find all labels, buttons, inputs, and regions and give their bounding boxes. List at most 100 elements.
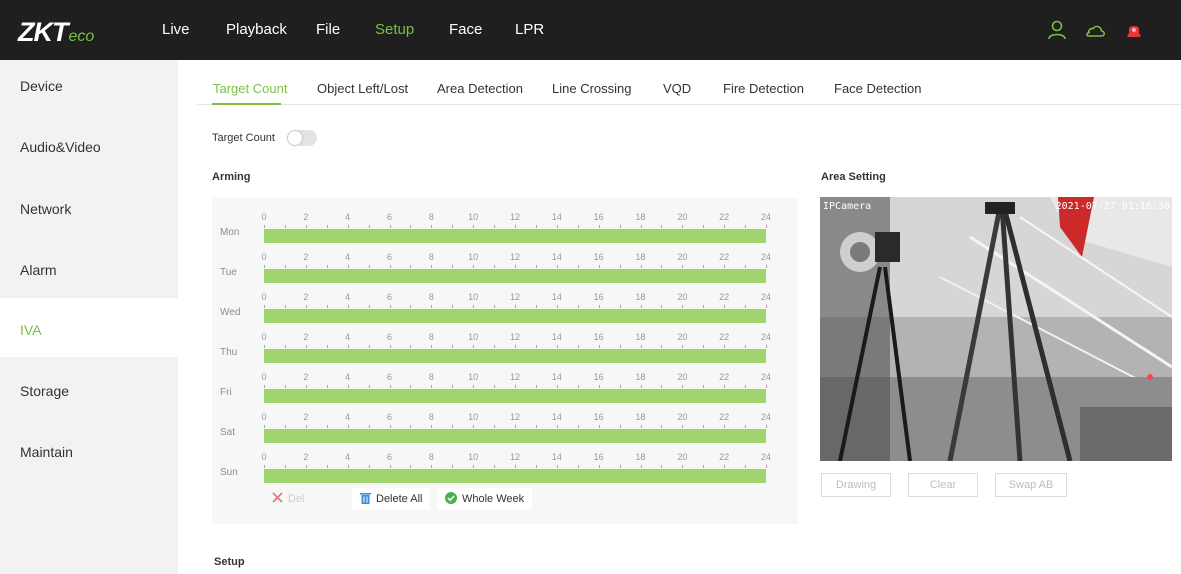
hour-tick-mark <box>326 345 328 348</box>
hour-tick-mark <box>284 345 286 348</box>
tab-face-detection[interactable]: Face Detection <box>834 81 921 96</box>
hour-tick-label: 20 <box>677 332 688 342</box>
hour-tick-mark <box>703 465 705 468</box>
target-count-label: Target Count <box>212 132 275 144</box>
nav-lpr[interactable]: LPR <box>515 21 544 38</box>
hour-tick-label: 24 <box>760 452 772 462</box>
hour-tick-label: 6 <box>386 372 393 382</box>
tab-area-detection[interactable]: Area Detection <box>437 81 523 96</box>
logo-sub: eco <box>68 28 95 45</box>
hour-tick-mark <box>661 265 663 268</box>
sidebar-item-device[interactable]: Device <box>0 60 178 120</box>
hour-tick-mark <box>745 345 747 348</box>
sidebar-item-label: Audio&Video <box>20 139 101 155</box>
hour-tick-mark <box>284 305 286 308</box>
day-schedule-bar[interactable] <box>264 349 766 363</box>
hour-tick-mark <box>264 305 265 308</box>
sidebar-item-iva[interactable]: IVA <box>0 298 178 357</box>
hour-tick-label: 16 <box>593 372 604 382</box>
clear-button[interactable]: Clear <box>908 473 978 497</box>
swap-ab-button[interactable]: Swap AB <box>995 473 1067 497</box>
nav-live[interactable]: Live <box>162 21 190 38</box>
hour-tick-label: 12 <box>509 412 521 422</box>
hour-tick-mark <box>515 305 516 308</box>
sidebar-item-maintain[interactable]: Maintain <box>0 420 178 480</box>
hour-tick-mark <box>556 345 558 348</box>
hour-tick-mark <box>431 345 433 348</box>
hour-tick-mark <box>535 425 537 428</box>
hour-tick-mark <box>724 265 726 268</box>
hour-tick-label: 0 <box>261 332 267 342</box>
camera-preview[interactable]: IPCamera 2021-07-27 01:16:38 <box>820 197 1172 461</box>
alarm-icon[interactable] <box>1123 19 1145 41</box>
tab-target-count[interactable]: Target Count <box>213 81 287 96</box>
user-icon[interactable] <box>1046 19 1068 41</box>
hour-tick-mark <box>284 385 286 388</box>
hour-tick-label: 16 <box>593 212 604 222</box>
nav-file[interactable]: File <box>316 21 340 38</box>
sidebar-item-audio-video[interactable]: Audio&Video <box>0 120 178 180</box>
hour-tick-mark <box>452 305 454 308</box>
tab-fire-detection[interactable]: Fire Detection <box>723 81 804 96</box>
day-label: Sat <box>220 427 236 438</box>
day-schedule-bar[interactable] <box>264 429 766 443</box>
hour-tick-mark <box>264 225 265 228</box>
sidebar-item-network[interactable]: Network <box>0 180 178 240</box>
day-schedule-bar[interactable] <box>264 309 766 323</box>
hour-tick-label: 4 <box>345 332 351 342</box>
nav-setup[interactable]: Setup <box>375 21 414 38</box>
hour-tick-label: 8 <box>428 332 434 342</box>
hour-tick-label: 10 <box>468 412 479 422</box>
delete-all-button[interactable]: Delete All <box>352 488 431 510</box>
nav-face[interactable]: Face <box>449 21 482 38</box>
delete-segment-button[interactable]: Del <box>264 488 313 510</box>
nav-playback[interactable]: Playback <box>226 21 287 38</box>
day-schedule-bar[interactable] <box>264 269 766 283</box>
hour-tick-mark <box>473 465 475 468</box>
hour-tick-mark <box>347 425 349 428</box>
hour-tick-label: 22 <box>719 372 730 382</box>
day-schedule-bar[interactable] <box>264 389 766 403</box>
cloud-icon[interactable] <box>1084 19 1106 41</box>
hour-tick-label: 8 <box>428 412 434 422</box>
hour-tick-label: 4 <box>345 292 351 302</box>
trash-icon <box>360 492 371 504</box>
day-schedule-bar[interactable] <box>264 229 766 243</box>
hour-tick-mark <box>640 305 642 308</box>
hour-tick-mark <box>494 225 496 228</box>
hour-tick-mark <box>284 425 286 428</box>
sidebar-item-alarm[interactable]: Alarm <box>0 240 178 300</box>
camera-scene-image <box>820 197 1172 461</box>
hour-tick-label: 18 <box>635 412 646 422</box>
hour-tick-mark <box>347 305 349 308</box>
hour-tick-mark <box>389 385 391 388</box>
hour-tick-mark <box>431 305 433 308</box>
hour-tick-mark <box>619 345 621 348</box>
tab-vqd[interactable]: VQD <box>663 81 691 96</box>
whole-week-button[interactable]: Whole Week <box>437 488 533 510</box>
tab-line-crossing[interactable]: Line Crossing <box>552 81 632 96</box>
hour-tick-mark <box>326 465 328 468</box>
hour-tick-mark <box>661 305 663 308</box>
hour-tick-label: 14 <box>551 252 562 262</box>
target-count-toggle[interactable] <box>287 130 317 146</box>
hour-tick-mark <box>682 345 684 348</box>
hour-tick-label: 18 <box>635 372 646 382</box>
hour-tick-mark <box>640 385 642 388</box>
hour-tick-label: 12 <box>509 452 521 462</box>
sidebar-item-storage[interactable]: Storage <box>0 360 178 420</box>
hour-tick-label: 22 <box>719 452 730 462</box>
sidebar-item-label: Network <box>20 201 72 217</box>
hour-tick-mark <box>264 465 265 468</box>
day-schedule-bar[interactable] <box>264 469 766 483</box>
check-circle-icon <box>445 491 457 504</box>
tab-object-left-lost[interactable]: Object Left/Lost <box>317 81 408 96</box>
hour-tick-label: 14 <box>551 292 562 302</box>
hour-tick-mark <box>347 345 349 348</box>
drawing-button[interactable]: Drawing <box>821 473 891 497</box>
hour-tick-mark <box>682 265 684 268</box>
hour-tick-mark <box>326 425 328 428</box>
hour-tick-mark <box>368 385 370 388</box>
hour-tick-mark <box>556 385 558 388</box>
hour-tick-label: 2 <box>303 292 309 302</box>
